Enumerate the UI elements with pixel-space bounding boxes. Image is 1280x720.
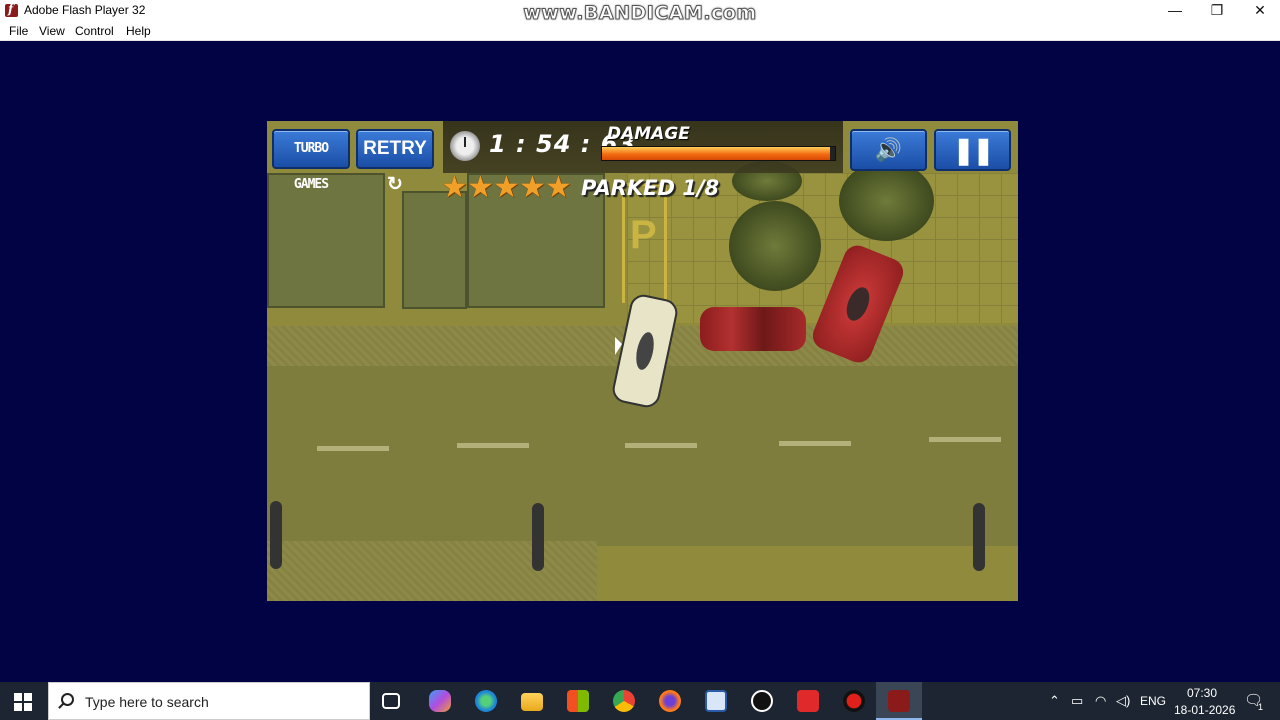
tree — [729, 201, 821, 291]
bollard — [270, 501, 282, 569]
file-explorer-icon[interactable] — [521, 693, 543, 711]
stopwatch-icon — [450, 131, 480, 161]
clock-date[interactable]: 18-01-2026 — [1174, 703, 1235, 717]
bollard — [973, 503, 985, 571]
menu-help[interactable]: Help — [126, 24, 151, 38]
copilot-icon[interactable] — [429, 690, 451, 712]
game-hud: TURBO GAMES RETRY ↻ 1 : 54 : 63 DAMAGE 🔊… — [267, 121, 1018, 195]
star-rating: ★ ★ ★ ★ ★ — [441, 173, 581, 203]
title-bar: Adobe Flash Player 32 www.BANDICAM.com —… — [0, 0, 1280, 25]
search-placeholder: Type here to search — [85, 694, 209, 710]
star-icon: ★ — [441, 171, 468, 204]
damage-label: DAMAGE — [607, 124, 690, 144]
taskbar-search-box[interactable]: Type here to search — [48, 682, 370, 720]
star-icon: ★ — [467, 171, 494, 204]
chrome-icon[interactable] — [613, 690, 635, 712]
battery-icon[interactable]: ▭ — [1071, 693, 1083, 709]
tree — [839, 161, 934, 241]
wps-office-icon[interactable] — [797, 690, 819, 712]
mouse-cursor — [615, 337, 622, 355]
bollard — [532, 503, 544, 571]
close-button[interactable]: ✕ — [1237, 0, 1280, 21]
volume-icon[interactable]: ◁) — [1116, 693, 1130, 709]
menu-bar: File View Control Help — [0, 21, 1280, 41]
pause-button[interactable]: ❚❚ — [934, 129, 1011, 171]
retry-button[interactable]: RETRY ↻ — [356, 129, 434, 195]
star-icon: ★ — [519, 171, 546, 204]
lane-marking — [625, 443, 697, 448]
parked-counter: PARKED 1/8 — [581, 176, 720, 200]
search-icon — [61, 693, 74, 706]
game-canvas[interactable]: P TURBO GAMES RETRY ↻ 1 : 54 : 63 DAMAGE… — [267, 121, 1018, 601]
pen-app-icon[interactable] — [751, 690, 773, 712]
speaker-icon: 🔊 — [874, 137, 903, 162]
damage-meter — [601, 146, 836, 161]
lane-marking — [779, 441, 851, 446]
windows-start-icon[interactable] — [14, 693, 32, 711]
restore-button[interactable]: ❐ — [1194, 0, 1240, 21]
turbo-games-button[interactable]: TURBO GAMES — [272, 129, 350, 192]
lane-marking — [457, 443, 529, 448]
menu-control[interactable]: Control — [75, 24, 114, 38]
flash-player-icon — [888, 690, 910, 712]
menu-view[interactable]: View — [39, 24, 65, 38]
lane-marking — [317, 446, 389, 451]
microsoft-store-icon[interactable] — [567, 690, 589, 712]
building-roof — [402, 191, 467, 309]
chevron-up-icon[interactable]: ⌃ — [1049, 693, 1060, 709]
notification-count: 1 — [1258, 702, 1264, 712]
parked-red-car — [700, 307, 806, 351]
damage-meter-fill — [602, 147, 831, 160]
pause-icon: ❚❚ — [952, 135, 995, 165]
sound-toggle-button[interactable]: 🔊 — [850, 129, 927, 171]
minimize-button[interactable]: — — [1152, 0, 1198, 21]
lane-marking — [929, 437, 1001, 442]
star-icon: ★ — [493, 171, 520, 204]
edge-browser-icon[interactable] — [475, 690, 497, 712]
wifi-icon[interactable]: ◠ — [1095, 693, 1106, 709]
taskbar: Type here to search ⌃ ▭ ◠ ◁) ENG 07:30 1… — [0, 682, 1280, 720]
parking-spot-letter: P — [630, 213, 657, 257]
sidewalk — [267, 541, 597, 601]
menu-file[interactable]: File — [9, 24, 28, 38]
bandicam-record-icon[interactable] — [843, 690, 865, 712]
star-icon: ★ — [545, 171, 572, 204]
task-view-icon[interactable] — [382, 693, 400, 709]
computer-app-icon[interactable] — [705, 690, 727, 712]
flash-player-taskbar-item[interactable] — [876, 682, 922, 720]
firefox-icon[interactable] — [659, 690, 681, 712]
clock-time[interactable]: 07:30 — [1187, 686, 1217, 700]
language-indicator[interactable]: ENG — [1140, 694, 1166, 708]
